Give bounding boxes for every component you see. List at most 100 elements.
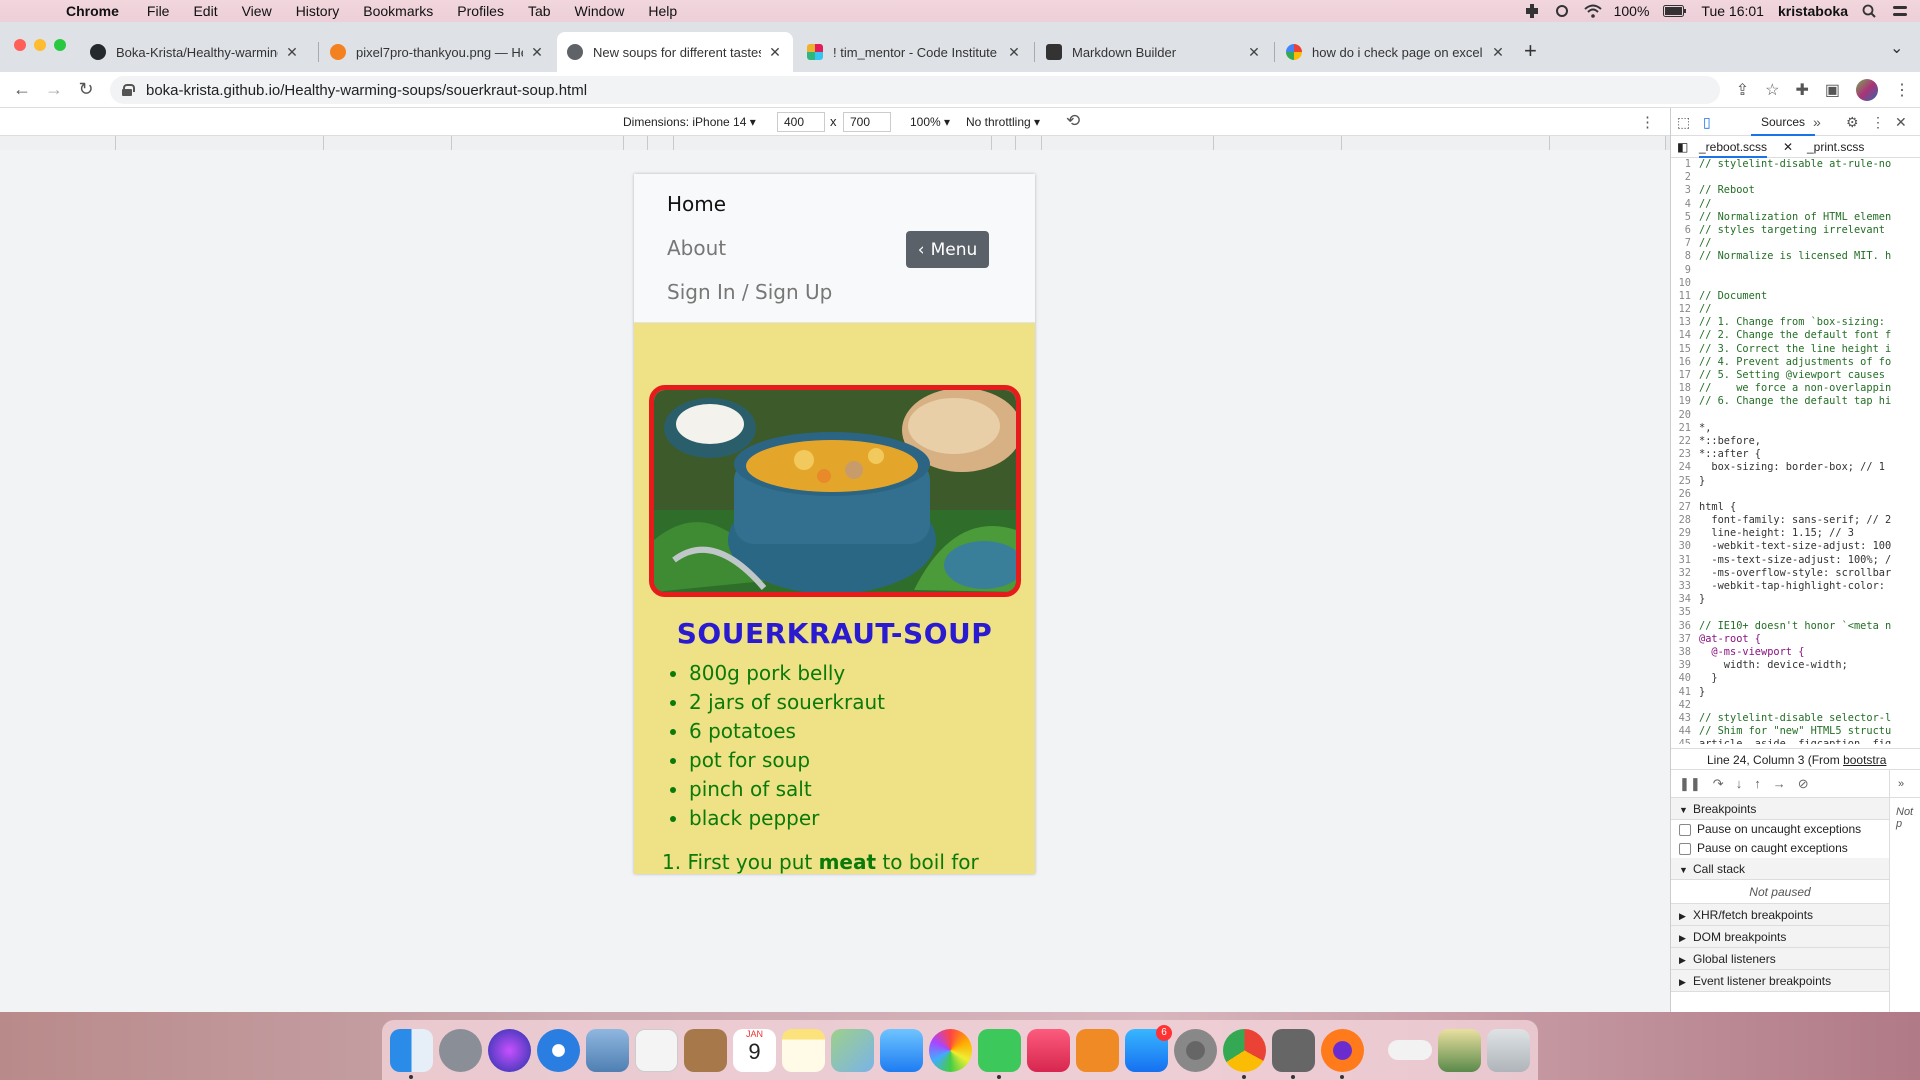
menu-bookmarks[interactable]: Bookmarks xyxy=(351,3,445,19)
new-tab-plus-icon[interactable]: + xyxy=(1524,38,1537,64)
code-line[interactable]: 32 -ms-overflow-style: scrollbar xyxy=(1671,567,1920,580)
code-line[interactable]: 18// we force a non-overlappin xyxy=(1671,382,1920,395)
chrome-menu-kebab-icon[interactable]: ⋮ xyxy=(1894,80,1910,100)
bookmark-star-icon[interactable]: ☆ xyxy=(1765,80,1779,100)
code-line[interactable]: 30 -webkit-text-size-adjust: 100 xyxy=(1671,540,1920,553)
line-number[interactable]: 15 xyxy=(1671,343,1699,356)
event-listener-breakpoints-header[interactable]: ▶ Event listener breakpoints xyxy=(1671,970,1889,992)
scope-expand-icon[interactable]: » xyxy=(1890,770,1920,798)
menu-button[interactable]: ‹ Menu xyxy=(906,231,989,268)
spotlight-search-icon[interactable] xyxy=(1862,4,1878,18)
file-tab-print[interactable]: _print.scss xyxy=(1807,140,1864,154)
code-line[interactable]: 33 -webkit-tap-highlight-color: xyxy=(1671,580,1920,593)
code-line[interactable]: 6// styles targeting irrelevant xyxy=(1671,224,1920,237)
more-tabs-chevron-icon[interactable]: » xyxy=(1813,114,1821,130)
firefox-icon[interactable] xyxy=(1321,1028,1364,1079)
line-number[interactable]: 11 xyxy=(1671,290,1699,303)
code-line[interactable]: 40 } xyxy=(1671,672,1920,685)
code-line[interactable]: 35 xyxy=(1671,606,1920,619)
wifi-icon[interactable] xyxy=(1583,4,1602,18)
sync-icon[interactable] xyxy=(1554,4,1570,18)
line-number[interactable]: 22 xyxy=(1671,435,1699,448)
line-number[interactable]: 5 xyxy=(1671,211,1699,224)
system-preferences-icon[interactable] xyxy=(1174,1028,1217,1072)
code-line[interactable]: 14// 2. Change the default font f xyxy=(1671,329,1920,342)
device-height-input[interactable]: 700 xyxy=(843,112,891,132)
close-file-tab-icon[interactable]: ✕ xyxy=(1783,140,1793,154)
checkbox-icon[interactable] xyxy=(1679,842,1691,855)
zoom-window-button[interactable] xyxy=(54,39,66,51)
chrome-icon[interactable] xyxy=(1223,1028,1266,1079)
close-tab-icon[interactable]: ✕ xyxy=(1246,44,1262,61)
line-number[interactable]: 14 xyxy=(1671,329,1699,342)
downloads-stack-icon[interactable] xyxy=(1438,1028,1481,1072)
code-line[interactable]: 28 font-family: sans-serif; // 2 xyxy=(1671,514,1920,527)
code-line[interactable]: 4// xyxy=(1671,198,1920,211)
finder-icon[interactable] xyxy=(390,1028,433,1079)
share-icon[interactable]: ⇪ xyxy=(1736,80,1749,100)
tab-google-search[interactable]: how do i check page on excel s ✕ xyxy=(1276,32,1516,72)
code-line[interactable]: 43// stylelint-disable selector-l xyxy=(1671,712,1920,725)
code-line[interactable]: 10 xyxy=(1671,277,1920,290)
call-stack-header[interactable]: ▼ Call stack xyxy=(1671,858,1889,880)
line-number[interactable]: 17 xyxy=(1671,369,1699,382)
nav-about-link[interactable]: About xyxy=(667,236,726,260)
menu-edit[interactable]: Edit xyxy=(181,3,229,19)
clock[interactable]: Tue 16:01 xyxy=(1701,3,1764,19)
preview-icon[interactable] xyxy=(586,1028,629,1072)
control-center-icon[interactable] xyxy=(1892,4,1908,18)
line-number[interactable]: 19 xyxy=(1671,395,1699,408)
code-line[interactable]: 39 width: device-width; xyxy=(1671,659,1920,672)
step-into-icon[interactable]: ↓ xyxy=(1736,776,1743,791)
line-number[interactable]: 24 xyxy=(1671,461,1699,474)
maps-icon[interactable] xyxy=(831,1028,874,1072)
menu-history[interactable]: History xyxy=(284,3,352,19)
line-number[interactable]: 8 xyxy=(1671,250,1699,263)
siri-icon[interactable] xyxy=(488,1028,531,1072)
line-number[interactable]: 34 xyxy=(1671,593,1699,606)
line-number[interactable]: 2 xyxy=(1671,171,1699,184)
line-number[interactable]: 41 xyxy=(1671,686,1699,699)
calendar-icon[interactable]: JAN 9 xyxy=(733,1028,776,1072)
line-number[interactable]: 4 xyxy=(1671,198,1699,211)
pause-uncaught-checkbox[interactable]: Pause on uncaught exceptions xyxy=(1671,820,1889,839)
code-line[interactable]: 24 box-sizing: border-box; // 1 xyxy=(1671,461,1920,474)
settings-gear-icon[interactable]: ⚙ xyxy=(1846,114,1859,131)
line-number[interactable]: 10 xyxy=(1671,277,1699,290)
messages-icon[interactable] xyxy=(880,1028,923,1072)
tab-sources[interactable]: Sources xyxy=(1751,108,1816,136)
step-icon[interactable]: → xyxy=(1773,776,1786,791)
trash-icon[interactable] xyxy=(1487,1028,1530,1072)
menu-window[interactable]: Window xyxy=(563,3,637,19)
line-number[interactable]: 31 xyxy=(1671,554,1699,567)
code-line[interactable]: 1// stylelint-disable at-rule-no xyxy=(1671,158,1920,171)
device-toolbar-more-icon[interactable]: ⋮ xyxy=(1640,113,1655,131)
code-line[interactable]: 31 -ms-text-size-adjust: 100%; / xyxy=(1671,554,1920,567)
side-panel-icon[interactable]: ▣ xyxy=(1825,80,1840,100)
code-line[interactable]: 8// Normalize is licensed MIT. h xyxy=(1671,250,1920,263)
line-number[interactable]: 13 xyxy=(1671,316,1699,329)
media-query-bar[interactable] xyxy=(0,136,1670,150)
line-number[interactable]: 35 xyxy=(1671,606,1699,619)
code-line[interactable]: 7// xyxy=(1671,237,1920,250)
zoom-select[interactable]: 100% ▾ xyxy=(910,115,950,129)
lock-icon[interactable] xyxy=(122,84,135,96)
minimize-window-button[interactable] xyxy=(34,39,46,51)
battery-icon[interactable] xyxy=(1663,4,1687,18)
line-number[interactable]: 25 xyxy=(1671,475,1699,488)
menu-view[interactable]: View xyxy=(230,3,284,19)
line-number[interactable]: 36 xyxy=(1671,620,1699,633)
code-line[interactable]: 27 html { xyxy=(1671,501,1920,514)
menu-profiles[interactable]: Profiles xyxy=(445,3,516,19)
nav-home-link[interactable]: Home xyxy=(667,192,726,216)
tab-slack-mentor[interactable]: ! tim_mentor - Code Institute - ✕ xyxy=(797,32,1032,72)
photos-icon[interactable] xyxy=(929,1028,972,1072)
menu-help[interactable]: Help xyxy=(636,3,689,19)
address-bar[interactable]: boka-krista.github.io/Healthy-warming-so… xyxy=(110,76,1720,104)
device-dimensions-select[interactable]: Dimensions: iPhone 14 ▾ xyxy=(623,115,756,129)
line-number[interactable]: 44 xyxy=(1671,725,1699,738)
dom-breakpoints-header[interactable]: ▶ DOM breakpoints xyxy=(1671,926,1889,948)
code-line[interactable]: 9 xyxy=(1671,264,1920,277)
rotate-device-icon[interactable]: ⟲ xyxy=(1066,111,1080,131)
close-window-button[interactable] xyxy=(14,39,26,51)
